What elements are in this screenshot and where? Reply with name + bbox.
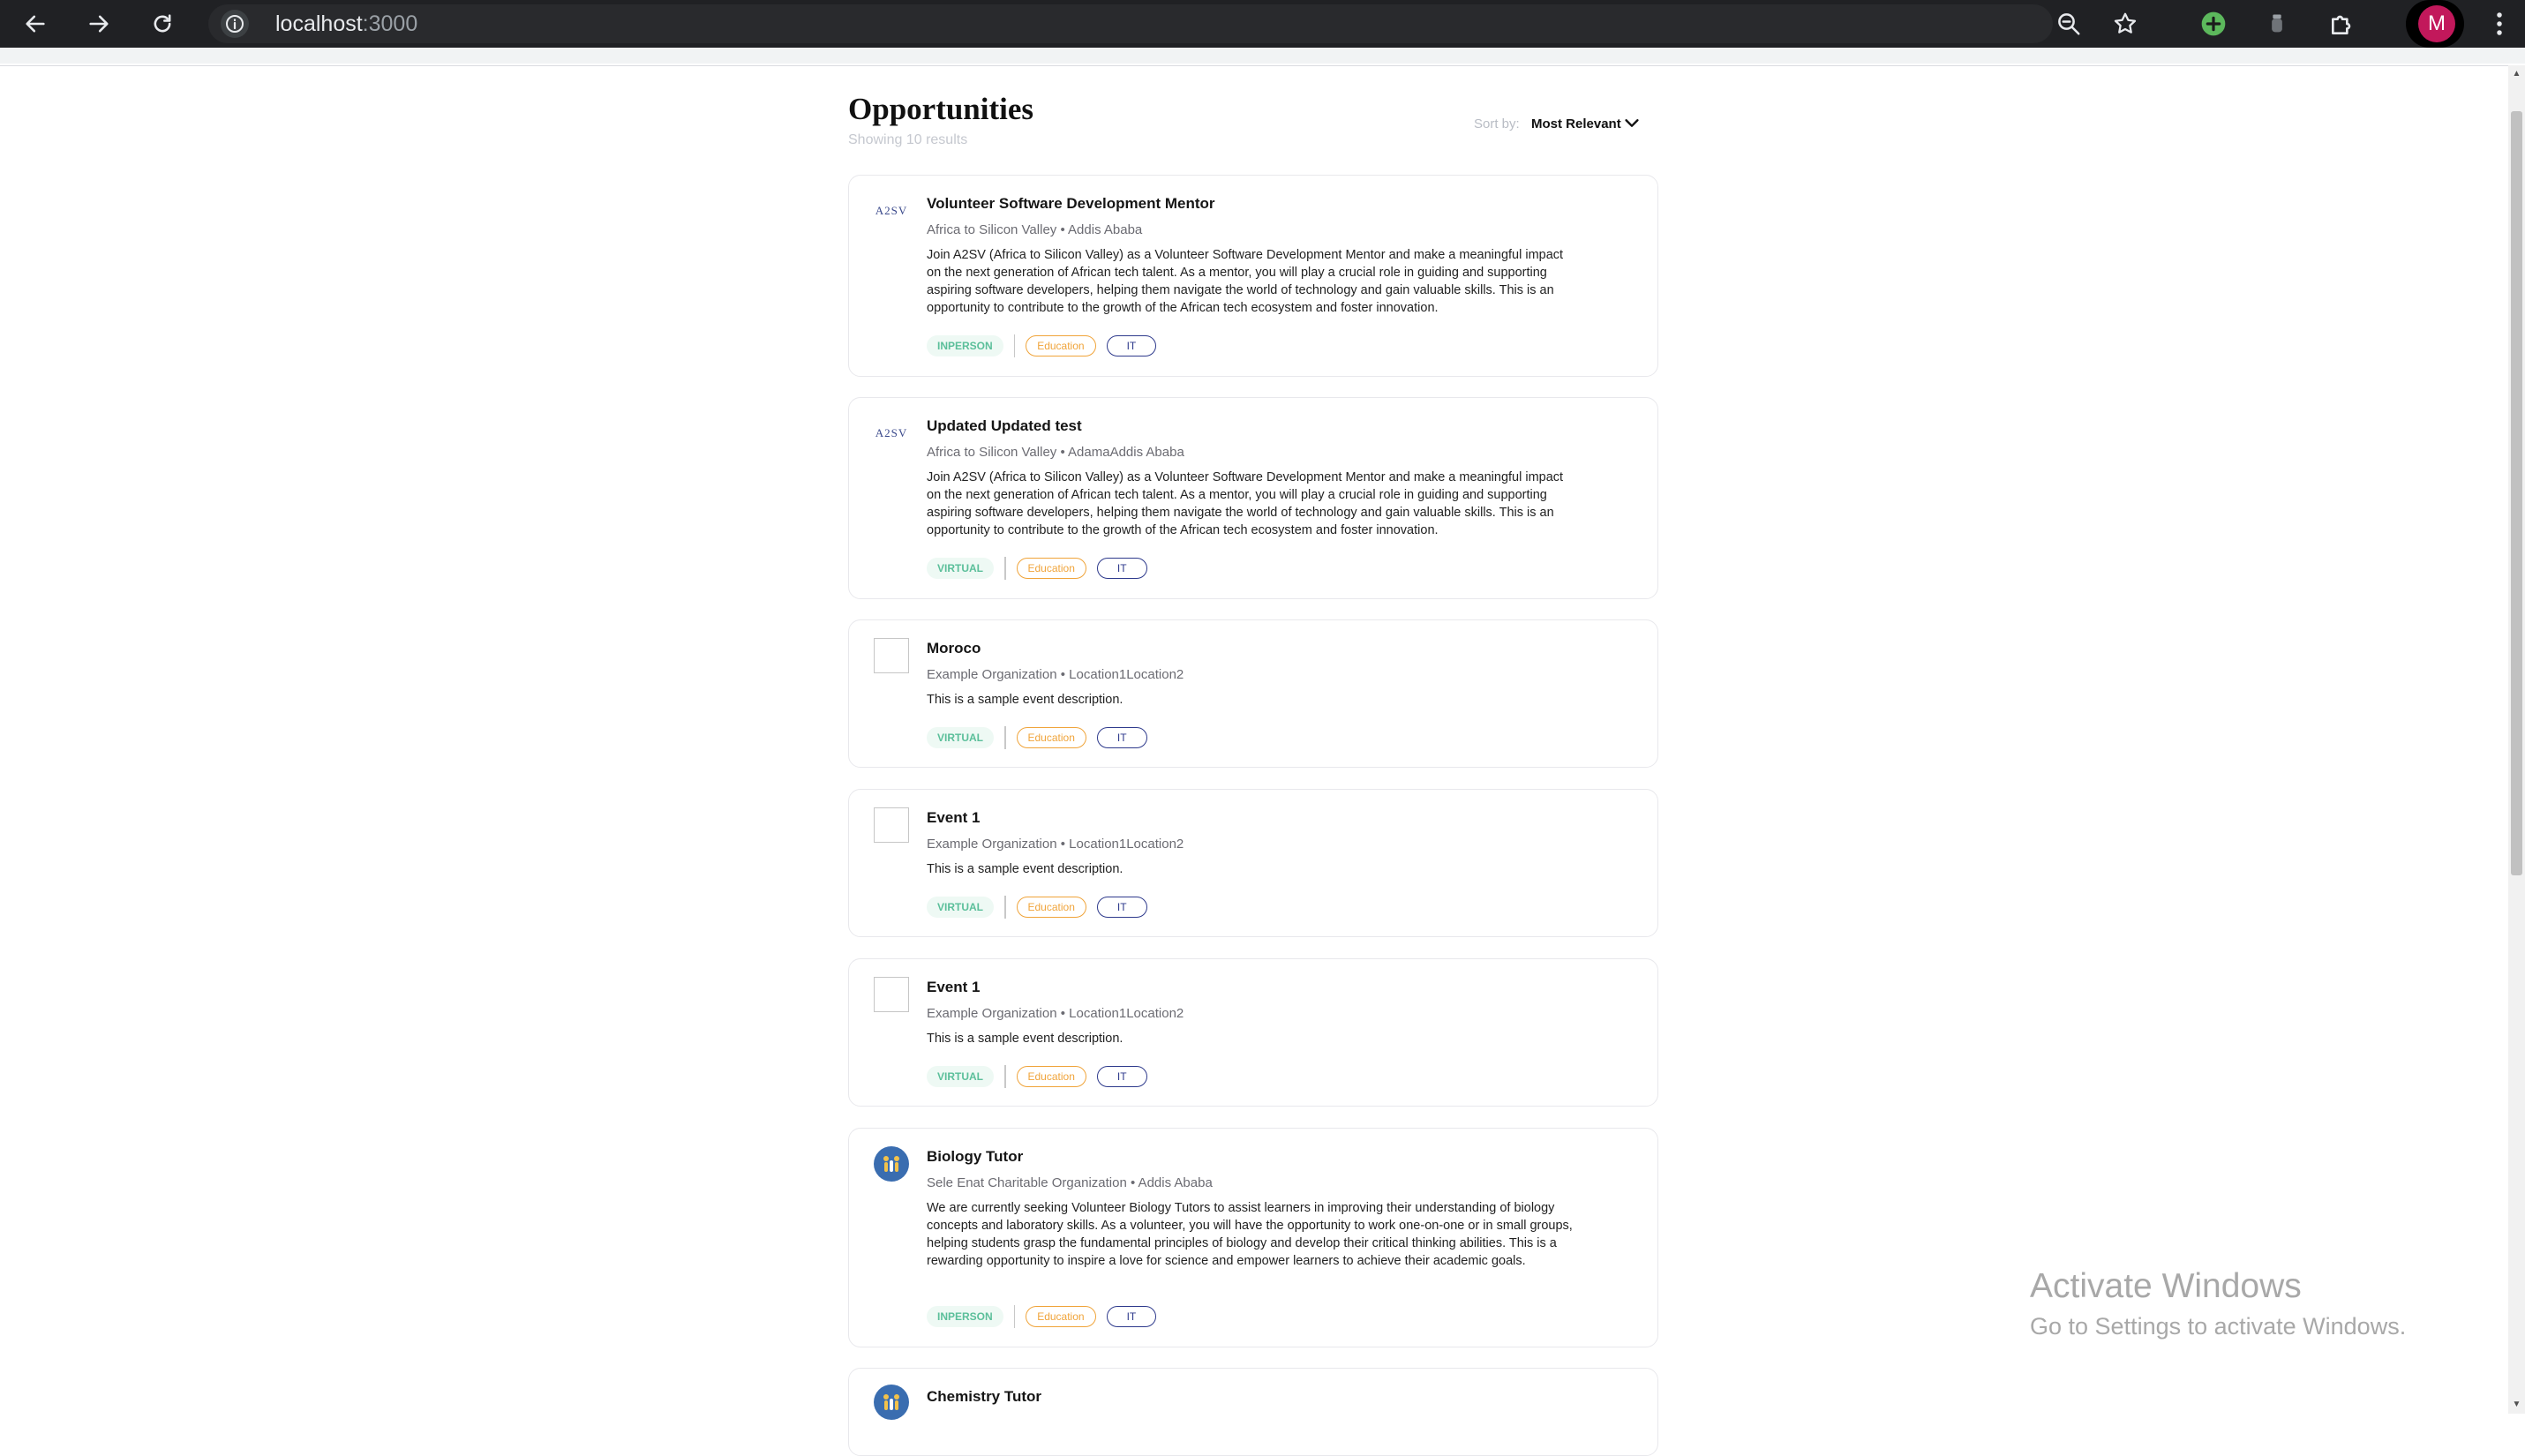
field-tag: IT bbox=[1096, 1066, 1147, 1087]
extensions-puzzle-icon[interactable] bbox=[2326, 8, 2358, 40]
a2sv-logo: A2SV bbox=[875, 204, 908, 217]
type-tag: VIRTUAL bbox=[927, 727, 994, 748]
extension-flask-icon[interactable] bbox=[2261, 8, 2293, 40]
tag-row: INPERSON Education IT bbox=[927, 1305, 1157, 1328]
field-tag: IT bbox=[1096, 897, 1147, 918]
tag-row: VIRTUAL Education IT bbox=[927, 726, 1147, 749]
tag-row: VIRTUAL Education IT bbox=[927, 896, 1147, 919]
sort-dropdown[interactable]: Most Relevant bbox=[1531, 116, 1621, 131]
back-arrow-icon[interactable] bbox=[19, 8, 51, 40]
card-title[interactable]: Updated Updated test bbox=[927, 417, 1082, 435]
card-description: This is a sample event description. bbox=[927, 862, 1123, 876]
url-text[interactable]: localhost:3000 bbox=[275, 4, 417, 43]
profile-avatar[interactable]: M bbox=[2418, 5, 2455, 42]
opportunity-card[interactable]: Event 1 Example Organization • Location1… bbox=[848, 958, 1658, 1107]
type-tag: INPERSON bbox=[927, 335, 1003, 356]
url-host: localhost bbox=[275, 11, 363, 36]
type-tag: VIRTUAL bbox=[927, 897, 994, 918]
card-meta: Sele Enat Charitable Organization • Addi… bbox=[927, 1175, 1213, 1190]
people-icon bbox=[883, 1394, 899, 1410]
category-tag: Education bbox=[1016, 897, 1086, 918]
card-meta: Example Organization • Location1Location… bbox=[927, 837, 1184, 852]
tag-divider bbox=[1013, 334, 1016, 357]
card-title[interactable]: Event 1 bbox=[927, 809, 980, 827]
opportunity-card[interactable]: Event 1 Example Organization • Location1… bbox=[848, 789, 1658, 937]
chevron-down-icon[interactable] bbox=[1622, 113, 1642, 132]
card-description: Join A2SV (Africa to Silicon Valley) as … bbox=[927, 248, 1564, 315]
charity-logo bbox=[874, 1146, 909, 1182]
site-info-icon[interactable] bbox=[221, 10, 249, 38]
card-description: This is a sample event description. bbox=[927, 1032, 1123, 1046]
card-meta: Example Organization • Location1Location… bbox=[927, 667, 1184, 682]
tag-row: INPERSON Education IT bbox=[927, 334, 1157, 357]
tag-divider bbox=[1004, 896, 1006, 919]
people-icon bbox=[883, 1156, 899, 1172]
scrollbar-thumb[interactable] bbox=[2511, 111, 2522, 875]
card-meta: Example Organization • Location1Location… bbox=[927, 1006, 1184, 1021]
scroll-down-icon[interactable]: ▼ bbox=[2511, 1400, 2522, 1410]
card-description: Join A2SV (Africa to Silicon Valley) as … bbox=[927, 470, 1564, 537]
tag-divider bbox=[1004, 557, 1006, 580]
sort-label: Sort by: bbox=[1474, 116, 1520, 131]
field-tag: IT bbox=[1096, 558, 1147, 579]
forward-arrow-icon[interactable] bbox=[83, 8, 115, 40]
field-tag: IT bbox=[1096, 727, 1147, 748]
tag-divider bbox=[1004, 726, 1006, 749]
charity-logo bbox=[874, 1385, 909, 1420]
card-meta: Africa to Silicon Valley • AdamaAddis Ab… bbox=[927, 445, 1184, 460]
type-tag: VIRTUAL bbox=[927, 1066, 994, 1087]
tag-row: VIRTUAL Education IT bbox=[927, 1065, 1147, 1088]
tag-row: VIRTUAL Education IT bbox=[927, 557, 1147, 580]
tag-divider bbox=[1004, 1065, 1006, 1088]
card-title[interactable]: Chemistry Tutor bbox=[927, 1388, 1041, 1406]
broken-image-icon bbox=[874, 807, 909, 843]
activation-watermark-subtitle: Go to Settings to activate Windows. bbox=[2030, 1313, 2407, 1340]
scroll-up-icon[interactable]: ▲ bbox=[2511, 69, 2522, 79]
bookmark-star-icon[interactable] bbox=[2109, 8, 2141, 40]
card-title[interactable]: Volunteer Software Development Mentor bbox=[927, 195, 1215, 213]
tag-divider bbox=[1013, 1305, 1016, 1328]
card-meta: Africa to Silicon Valley • Addis Ababa bbox=[927, 222, 1143, 237]
card-description: We are currently seeking Volunteer Biolo… bbox=[927, 1201, 1573, 1268]
address-bar[interactable]: localhost:3000 bbox=[208, 4, 2053, 43]
field-tag: IT bbox=[1106, 335, 1157, 356]
type-tag: INPERSON bbox=[927, 1306, 1003, 1327]
url-port: :3000 bbox=[362, 11, 418, 36]
opportunity-card[interactable]: Biology Tutor Sele Enat Charitable Organ… bbox=[848, 1128, 1658, 1347]
category-tag: Education bbox=[1026, 335, 1096, 356]
card-title[interactable]: Moroco bbox=[927, 640, 981, 657]
opportunity-card[interactable]: A2SV Updated Updated test Africa to Sili… bbox=[848, 397, 1658, 599]
page-top-edge bbox=[0, 64, 2525, 65]
broken-image-icon bbox=[874, 638, 909, 673]
type-tag: VIRTUAL bbox=[927, 558, 994, 579]
card-title[interactable]: Biology Tutor bbox=[927, 1148, 1023, 1166]
kebab-menu-icon[interactable] bbox=[2484, 8, 2515, 40]
extension-plus-icon[interactable] bbox=[2198, 8, 2229, 40]
page-title: Opportunities bbox=[848, 92, 1034, 126]
broken-image-icon bbox=[874, 977, 909, 1012]
opportunity-card[interactable]: A2SV Volunteer Software Development Ment… bbox=[848, 175, 1658, 377]
category-tag: Education bbox=[1016, 1066, 1086, 1087]
opportunity-card[interactable]: Chemistry Tutor bbox=[848, 1368, 1658, 1456]
browser-toolbar: localhost:3000 M bbox=[0, 0, 2525, 48]
category-tag: Education bbox=[1016, 727, 1086, 748]
opportunity-card[interactable]: Moroco Example Organization • Location1L… bbox=[848, 619, 1658, 768]
activation-watermark-title: Activate Windows bbox=[2030, 1267, 2302, 1305]
card-title[interactable]: Event 1 bbox=[927, 979, 980, 996]
result-count: Showing 10 results bbox=[848, 132, 968, 147]
field-tag: IT bbox=[1106, 1306, 1157, 1327]
zoom-icon[interactable] bbox=[2053, 8, 2085, 40]
card-description: This is a sample event description. bbox=[927, 693, 1123, 707]
reload-icon[interactable] bbox=[147, 8, 178, 40]
category-tag: Education bbox=[1026, 1306, 1096, 1327]
a2sv-logo: A2SV bbox=[875, 426, 908, 439]
category-tag: Education bbox=[1016, 558, 1086, 579]
